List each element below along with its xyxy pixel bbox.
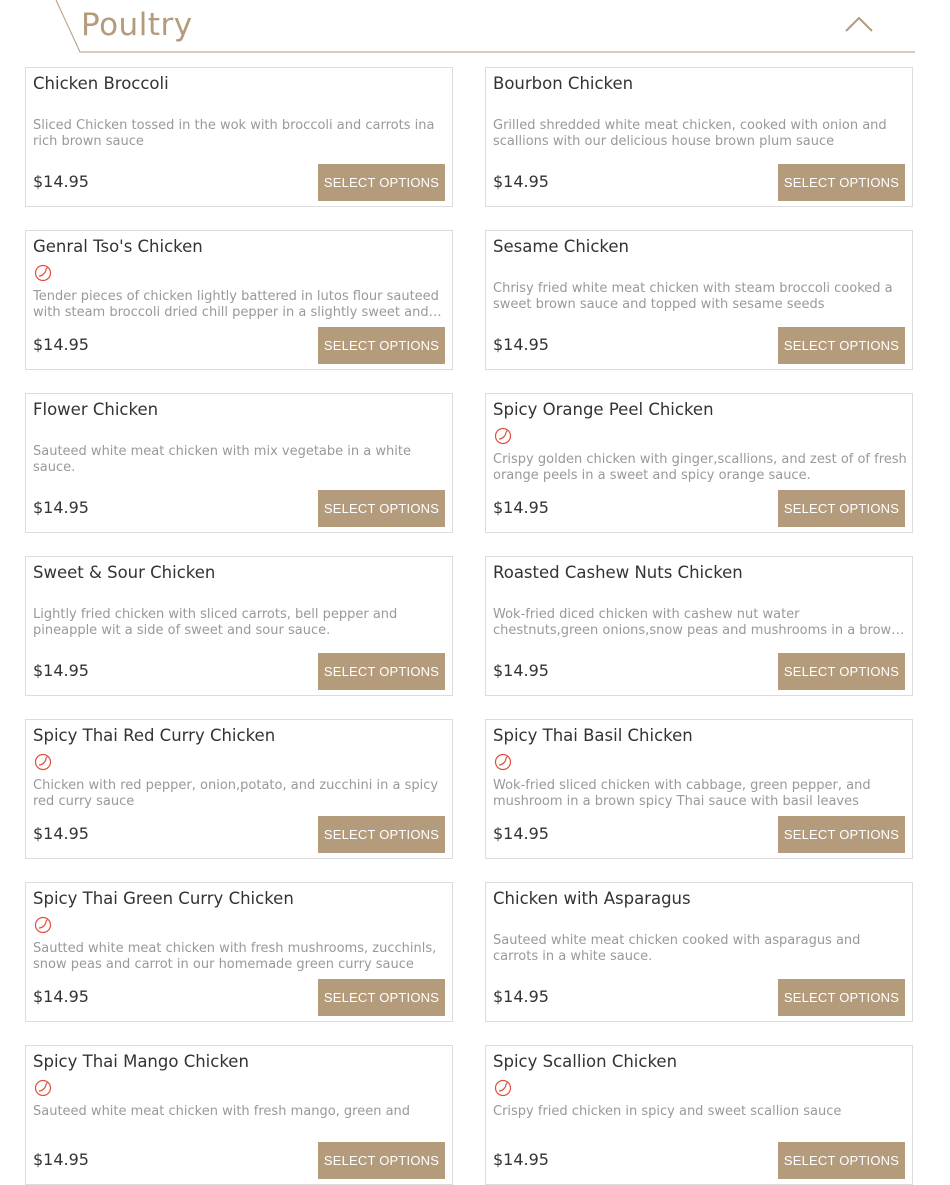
select-options-button[interactable]: SELECT OPTIONS	[318, 164, 445, 201]
item-price: $14.95	[493, 498, 549, 517]
chili-pepper-icon	[34, 1079, 52, 1097]
chili-pepper-icon	[34, 916, 52, 934]
menu-item-card: Genral Tso's Chicken Tender pieces of chi…	[25, 230, 453, 370]
item-description: Lightly fried chicken with sliced carrot…	[33, 607, 398, 638]
chili-pepper-icon	[34, 753, 52, 771]
item-price: $14.95	[33, 987, 89, 1006]
select-options-button[interactable]: SELECT OPTIONS	[778, 816, 905, 853]
item-description: Sauteed white meat chicken with fresh ma…	[33, 1104, 411, 1119]
menu-item-card: Sesame Chicken Chrisy fried white meat ch…	[485, 230, 913, 370]
item-name: Chicken with Asparagus	[493, 889, 691, 908]
item-price: $14.95	[33, 172, 89, 191]
select-options-button[interactable]: SELECT OPTIONS	[778, 1142, 905, 1179]
menu-item-card: Spicy Thai Red Curry Chicken Chicken with…	[25, 719, 453, 859]
item-name: Spicy Thai Green Curry Chicken	[33, 889, 294, 908]
menu-item-card: Spicy Thai Mango Chicken Sauteed white me…	[25, 1045, 453, 1185]
select-options-button[interactable]: SELECT OPTIONS	[778, 490, 905, 527]
item-price: $14.95	[493, 987, 549, 1006]
item-name: Spicy Scallion Chicken	[493, 1052, 678, 1071]
item-description: Sautted white meat chicken with fresh mu…	[33, 941, 437, 972]
select-options-button[interactable]: SELECT OPTIONS	[778, 653, 905, 690]
menu-item-card: Spicy Scallion Chicken Crispy fried chick…	[485, 1045, 913, 1185]
item-price: $14.95	[33, 498, 89, 517]
select-options-button[interactable]: SELECT OPTIONS	[778, 979, 905, 1016]
chili-pepper-icon	[494, 753, 512, 771]
item-description: Sliced Chicken tossed in the wok with br…	[33, 118, 435, 149]
item-description: Wok-fried sliced chicken with cabbage, g…	[493, 778, 871, 809]
menu-item-card: Chicken Broccoli Sliced Chicken tossed in…	[25, 67, 453, 207]
item-description: Crispy fried chicken in spicy and sweet …	[493, 1104, 842, 1119]
chili-pepper-icon	[34, 264, 52, 282]
select-options-button[interactable]: SELECT OPTIONS	[318, 979, 445, 1016]
item-description: Wok-fried diced chicken with cashew nut …	[493, 607, 900, 638]
chevron-up-icon	[845, 16, 873, 32]
item-name: Spicy Thai Red Curry Chicken	[33, 726, 276, 745]
select-options-button[interactable]: SELECT OPTIONS	[318, 490, 445, 527]
menu-item-card: Spicy Thai Basil Chicken Wok-fried sliced…	[485, 719, 913, 859]
item-name: Genral Tso's Chicken	[33, 237, 203, 256]
item-price: $14.95	[33, 661, 89, 680]
select-options-button[interactable]: SELECT OPTIONS	[318, 327, 445, 364]
chili-pepper-icon	[494, 427, 512, 445]
item-description: Tender pieces of chicken lightly battere…	[33, 289, 439, 320]
item-name: Sweet & Sour Chicken	[33, 563, 216, 582]
select-options-button[interactable]: SELECT OPTIONS	[318, 653, 445, 690]
menu-item-card: Spicy Thai Green Curry Chicken Sautted wh…	[25, 882, 453, 1022]
menu-item-card: Chicken with Asparagus Sauteed white meat…	[485, 882, 913, 1022]
item-name: Bourbon Chicken	[493, 74, 634, 93]
select-options-button[interactable]: SELECT OPTIONS	[318, 816, 445, 853]
item-price: $14.95	[33, 1150, 89, 1169]
select-options-button[interactable]: SELECT OPTIONS	[778, 327, 905, 364]
menu-item-card: Flower Chicken Sauteed white meat chicken…	[25, 393, 453, 533]
menu-item-card: Spicy Orange Peel Chicken Crispy golden c…	[485, 393, 913, 533]
item-price: $14.95	[493, 824, 549, 843]
item-description: Grilled shredded white meat chicken, coo…	[493, 118, 887, 149]
item-price: $14.95	[33, 824, 89, 843]
select-options-button[interactable]: SELECT OPTIONS	[778, 164, 905, 201]
select-options-button[interactable]: SELECT OPTIONS	[318, 1142, 445, 1179]
item-description: Sauteed white meat chicken cooked with a…	[493, 933, 861, 964]
item-name: Sesame Chicken	[493, 237, 630, 256]
item-price: $14.95	[493, 335, 549, 354]
item-description: Chicken with red pepper, onion,potato, a…	[33, 778, 439, 809]
item-price: $14.95	[493, 1150, 549, 1169]
item-name: Roasted Cashew Nuts Chicken	[493, 563, 743, 582]
section-title: Poultry	[81, 7, 193, 43]
menu-item-card: Roasted Cashew Nuts Chicken Wok-fried dic…	[485, 556, 913, 696]
item-name: Spicy Thai Basil Chicken	[493, 726, 693, 745]
item-price: $14.95	[33, 335, 89, 354]
collapse-button[interactable]	[842, 12, 876, 36]
item-price: $14.95	[493, 661, 549, 680]
section-header: Poultry	[0, 0, 950, 56]
item-description: Sauteed white meat chicken with mix vege…	[33, 444, 411, 475]
menu-item-card: Sweet & Sour Chicken Lightly fried chicke…	[25, 556, 453, 696]
chili-pepper-icon	[494, 1079, 512, 1097]
item-name: Chicken Broccoli	[33, 74, 169, 93]
item-name: Spicy Orange Peel Chicken	[493, 400, 714, 419]
item-name: Spicy Thai Mango Chicken	[33, 1052, 249, 1071]
item-description: Crispy golden chicken with ginger,scalli…	[493, 452, 907, 483]
item-price: $14.95	[493, 172, 549, 191]
item-description: Chrisy fried white meat chicken with ste…	[493, 281, 893, 312]
item-name: Flower Chicken	[33, 400, 159, 419]
menu-item-card: Bourbon Chicken Grilled shredded white me…	[485, 67, 913, 207]
